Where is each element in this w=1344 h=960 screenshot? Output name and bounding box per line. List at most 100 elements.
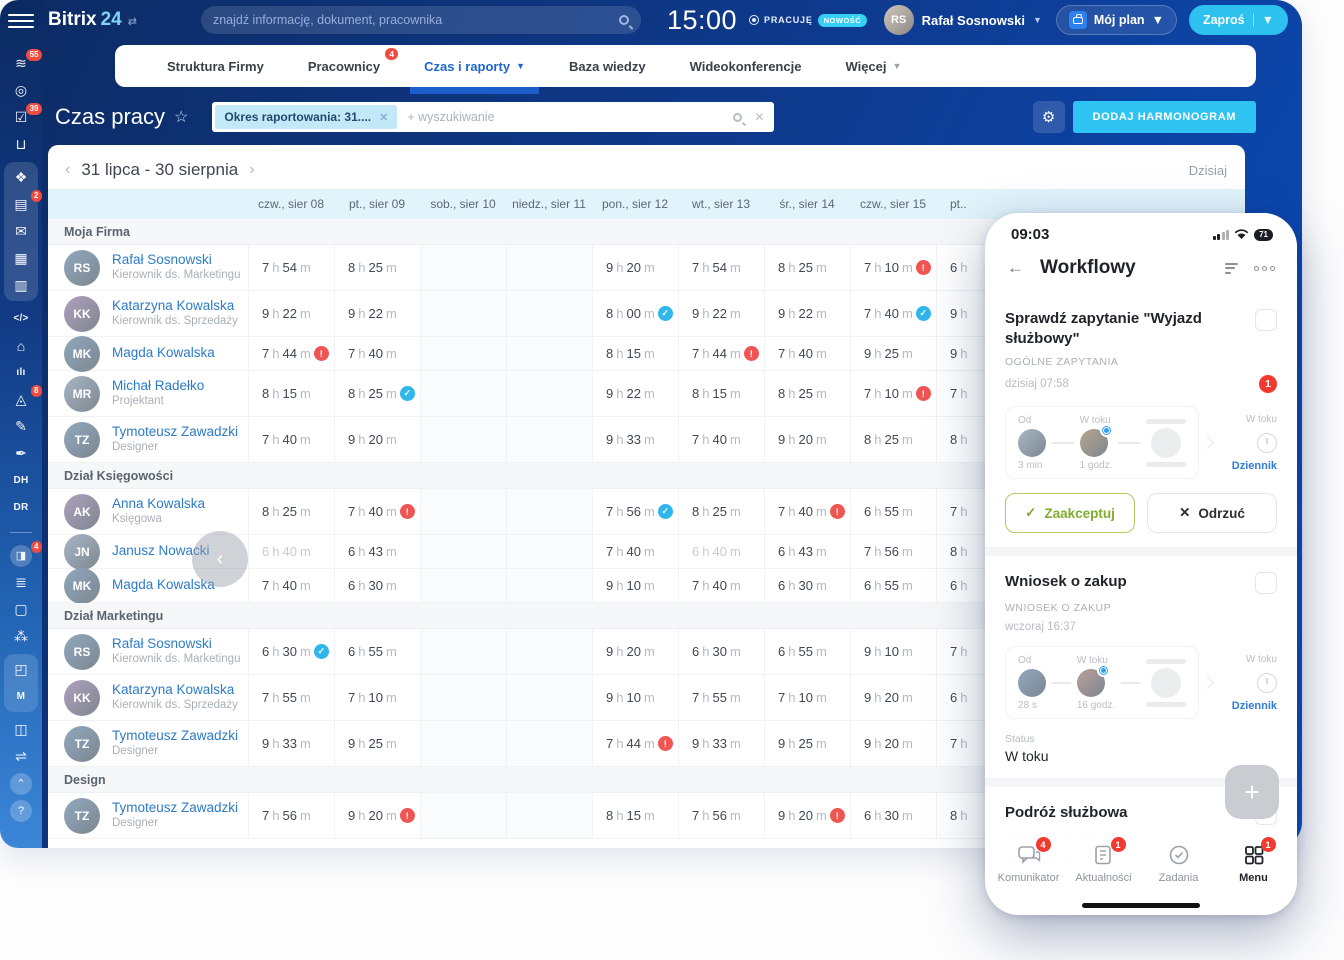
time-cell[interactable]: 9 h 22 m bbox=[592, 371, 678, 417]
time-cell[interactable] bbox=[420, 721, 506, 767]
sidebar-item-video[interactable]: ◫ bbox=[6, 716, 36, 743]
time-cell[interactable]: 9 h 33 m bbox=[592, 417, 678, 463]
sidebar-item-mail[interactable]: ✉ bbox=[6, 218, 36, 245]
add-schedule-button[interactable]: DODAJ HARMONOGRAM bbox=[1072, 101, 1256, 133]
time-cell[interactable]: 7 h 40 m! bbox=[764, 489, 850, 535]
filter-chip[interactable]: Okres raportowania: 31.... ✕ bbox=[215, 105, 398, 129]
time-cell[interactable] bbox=[506, 535, 592, 569]
time-cell[interactable]: 6 h 55 m bbox=[764, 629, 850, 675]
time-cell[interactable]: 7 h 40 m bbox=[248, 569, 334, 603]
time-cell[interactable] bbox=[506, 569, 592, 603]
time-cell[interactable]: 9 h 10 m bbox=[850, 629, 936, 675]
favorite-star-icon[interactable]: ☆ bbox=[174, 107, 188, 127]
approved-check-icon[interactable]: ✓ bbox=[915, 306, 931, 321]
phone-nav-komunikator[interactable]: Komunikator 4 bbox=[997, 837, 1061, 915]
sidebar-item-drive[interactable]: ≣ bbox=[6, 569, 36, 596]
time-cell[interactable]: 7 h 10 m bbox=[764, 675, 850, 721]
time-cell[interactable]: 9 h 20 m bbox=[592, 629, 678, 675]
approved-check-icon[interactable]: ✓ bbox=[313, 644, 329, 659]
sidebar-item-dev[interactable]: </> bbox=[6, 305, 36, 332]
time-cell[interactable]: 7 h 44 m! bbox=[592, 721, 678, 767]
settings-gear-button[interactable]: ⚙ bbox=[1032, 101, 1065, 133]
add-fab-button[interactable]: + bbox=[1225, 765, 1279, 819]
time-cell[interactable]: 9 h 20 m bbox=[334, 417, 420, 463]
time-cell[interactable] bbox=[506, 371, 592, 417]
sidebar-item-catalog[interactable]: ◰ bbox=[6, 656, 36, 683]
time-cell[interactable] bbox=[420, 371, 506, 417]
violation-alert-icon[interactable]: ! bbox=[743, 346, 759, 361]
sidebar-item-company[interactable]: ⌂ bbox=[6, 332, 36, 359]
employee-name[interactable]: Anna Kowalska bbox=[112, 496, 205, 513]
sidebar-item-automation[interactable]: ❖ bbox=[6, 164, 36, 191]
time-cell[interactable]: 9 h 33 m bbox=[678, 721, 764, 767]
violation-alert-icon[interactable]: ! bbox=[829, 808, 845, 823]
employee-cell[interactable]: RS Rafał Sosnowski Kierownik ds. Marketing… bbox=[48, 245, 248, 291]
remove-chip-icon[interactable]: ✕ bbox=[379, 111, 388, 124]
employee-name[interactable]: Michał Radełko bbox=[112, 378, 204, 395]
sidebar-item-documents[interactable]: ▥ bbox=[6, 272, 36, 299]
my-plan-button[interactable]: Mój plan ▼ bbox=[1055, 5, 1177, 35]
time-cell[interactable]: 8 h 25 m bbox=[248, 489, 334, 535]
tab-więcej[interactable]: Więcej ▼ bbox=[823, 45, 923, 87]
time-cell[interactable]: 7 h 40 m ✓ bbox=[850, 291, 936, 337]
violation-alert-icon[interactable]: ! bbox=[829, 504, 845, 519]
next-period-icon[interactable]: › bbox=[244, 161, 259, 179]
time-cell[interactable]: 9 h 10 m bbox=[592, 569, 678, 603]
workflow-card[interactable]: Sprawdź zapytanie "Wyjazd służbowy" OGÓL… bbox=[985, 293, 1297, 547]
employee-name[interactable]: Katarzyna Kowalska bbox=[112, 298, 238, 315]
time-cell[interactable]: 7 h 40 m bbox=[678, 569, 764, 603]
filter-bar[interactable]: Okres raportowania: 31.... ✕ ✕ bbox=[212, 102, 775, 132]
time-cell[interactable]: 8 h 00 m ✓ bbox=[592, 291, 678, 337]
employee-cell[interactable]: MK Magda Kowalska bbox=[48, 335, 248, 372]
time-cell[interactable]: 6 h 43 m bbox=[764, 535, 850, 569]
sidebar-item-settings-sliders[interactable]: ⇌ bbox=[6, 743, 36, 770]
sidebar-item-workspace-dh[interactable]: DH bbox=[6, 467, 36, 494]
time-cell[interactable] bbox=[420, 291, 506, 337]
journal-link[interactable]: Dziennik bbox=[1232, 700, 1277, 712]
employee-name[interactable]: Tymoteusz Zawadzki bbox=[112, 424, 238, 441]
time-cell[interactable] bbox=[506, 417, 592, 463]
time-cell[interactable]: 7 h 54 m bbox=[248, 245, 334, 291]
invite-button[interactable]: Zaproś ▼ bbox=[1188, 5, 1288, 35]
time-cell[interactable]: 9 h 22 m bbox=[678, 291, 764, 337]
approved-check-icon[interactable]: ✓ bbox=[657, 306, 673, 321]
home-indicator[interactable] bbox=[1082, 903, 1200, 908]
time-cell[interactable]: 9 h 10 m bbox=[592, 675, 678, 721]
time-cell[interactable]: 8 h 15 m bbox=[248, 371, 334, 417]
time-cell[interactable]: 7 h 56 m ✓ bbox=[592, 489, 678, 535]
time-cell[interactable]: 7 h 44 m! bbox=[248, 337, 334, 371]
prev-period-icon[interactable]: ‹ bbox=[60, 161, 75, 179]
time-cell[interactable] bbox=[506, 721, 592, 767]
employee-name[interactable]: Rafał Sosnowski bbox=[112, 636, 240, 653]
sidebar-item-marketing[interactable]: M bbox=[6, 683, 36, 710]
tab-struktura-firmy[interactable]: Struktura Firmy bbox=[145, 45, 286, 87]
global-search[interactable] bbox=[200, 6, 641, 34]
time-cell[interactable]: 6 h 30 m bbox=[334, 569, 420, 603]
sidebar-item-shop[interactable]: ⊔ bbox=[6, 131, 36, 158]
filter-search-input[interactable] bbox=[397, 110, 734, 124]
sidebar-item-groups[interactable]: ⁂ bbox=[6, 623, 36, 650]
sidebar-item-calendar[interactable]: ▦ bbox=[6, 245, 36, 272]
time-cell[interactable]: 7 h 40 m bbox=[248, 417, 334, 463]
time-cell[interactable] bbox=[506, 245, 592, 291]
employee-name[interactable]: Katarzyna Kowalska bbox=[112, 682, 238, 699]
time-cell[interactable]: 8 h 25 m bbox=[678, 489, 764, 535]
time-cell[interactable] bbox=[506, 489, 592, 535]
time-cell[interactable]: 7 h 40 m! bbox=[334, 489, 420, 535]
time-cell[interactable] bbox=[506, 793, 592, 839]
approved-check-icon[interactable]: ✓ bbox=[399, 386, 415, 401]
time-cell[interactable]: 8 h 25 m bbox=[764, 371, 850, 417]
time-cell[interactable]: 8 h 15 m bbox=[592, 793, 678, 839]
time-cell[interactable]: 9 h 20 m! bbox=[334, 793, 420, 839]
accept-button[interactable]: ✓ Zaakceptuj bbox=[1005, 493, 1135, 533]
time-cell[interactable]: 6 h 55 m bbox=[334, 629, 420, 675]
time-cell[interactable]: 7 h 40 m bbox=[678, 417, 764, 463]
time-cell[interactable] bbox=[420, 629, 506, 675]
sidebar-item-tasks[interactable]: ☑ 39 bbox=[6, 103, 42, 131]
time-cell[interactable]: 6 h 30 m ✓ bbox=[248, 629, 334, 675]
time-cell[interactable]: 7 h 56 m bbox=[678, 793, 764, 839]
today-link[interactable]: Dzisiaj bbox=[1189, 163, 1227, 178]
sidebar-item-sign[interactable]: ✒ bbox=[6, 440, 36, 467]
reject-button[interactable]: ✕ Odrzuć bbox=[1147, 493, 1277, 533]
workflow-checkbox[interactable] bbox=[1255, 309, 1277, 331]
